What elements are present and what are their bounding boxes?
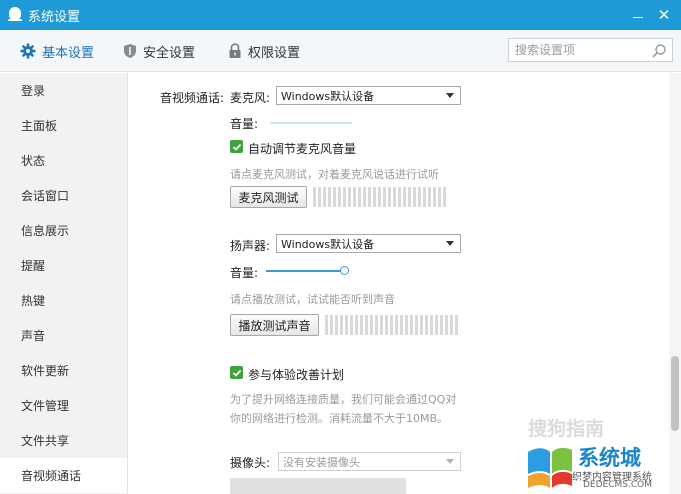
mic-device-select[interactable]: Windows默认设备 bbox=[276, 86, 461, 105]
scrollbar[interactable] bbox=[669, 73, 681, 494]
experience-plan-checkbox[interactable] bbox=[230, 366, 243, 379]
sidebar-item-label: 主面板 bbox=[21, 119, 58, 133]
search-input[interactable] bbox=[509, 40, 649, 60]
mic-level-meter bbox=[313, 187, 446, 207]
sidebar-item-label: 提醒 bbox=[21, 259, 46, 273]
sidebar-item-reminder[interactable]: 提醒 bbox=[0, 248, 127, 283]
sidebar-item-label: 文件管理 bbox=[21, 399, 70, 413]
sidebar-item-av-call[interactable]: 音视频通话 bbox=[0, 458, 127, 493]
speaker-test-hint: 请点播放测试，试试能否听到声音 bbox=[230, 293, 395, 306]
mic-label: 麦克风: bbox=[230, 91, 271, 105]
tab-security-settings[interactable]: 安全设置 bbox=[123, 30, 195, 72]
sidebar-item-status[interactable]: 状态 bbox=[0, 143, 127, 178]
mic-volume-label: 音量: bbox=[230, 117, 259, 131]
experience-plan-label: 参与体验改善计划 bbox=[248, 368, 345, 382]
sidebar-item-label: 文件共享 bbox=[21, 434, 70, 448]
mic-test-hint: 请点麦克风测试，对着麦克风说话进行试听 bbox=[230, 168, 439, 181]
speaker-volume-fill bbox=[266, 270, 344, 272]
sidebar-item-main-panel[interactable]: 主面板 bbox=[0, 108, 127, 143]
sidebar-item-login[interactable]: 登录 bbox=[0, 73, 127, 108]
title-bar: 系统设置 ✕ bbox=[0, 0, 681, 30]
sogou-watermark: 搜狗指南 bbox=[528, 418, 605, 440]
speaker-volume-handle[interactable] bbox=[339, 266, 349, 275]
settings-tabs: 基本设置 安全设置 权限设置 bbox=[0, 30, 681, 72]
sidebar-item-file-sharing[interactable]: 文件共享 bbox=[0, 423, 127, 458]
camera-label: 摄像头: bbox=[230, 456, 271, 470]
sidebar-item-hotkey[interactable]: 热键 bbox=[0, 283, 127, 318]
sidebar-item-label: 热键 bbox=[21, 294, 46, 308]
sidebar-item-file-management[interactable]: 文件管理 bbox=[0, 388, 127, 423]
mic-device-value: Windows默认设备 bbox=[281, 89, 375, 103]
sidebar: 登录 主面板 状态 会话窗口 信息展示 提醒 热键 声音 软件更新 文件管理 文… bbox=[0, 73, 128, 494]
mic-auto-adjust-checkbox[interactable] bbox=[230, 140, 243, 153]
mic-test-button[interactable]: 麦克风测试 bbox=[230, 186, 307, 208]
speaker-volume-label: 音量: bbox=[230, 266, 259, 280]
sidebar-item-sound[interactable]: 声音 bbox=[0, 318, 127, 353]
camera-device-value: 没有安装摄像头 bbox=[283, 455, 360, 469]
close-button[interactable]: ✕ bbox=[655, 6, 673, 24]
mic-auto-adjust-label: 自动调节麦克风音量 bbox=[248, 142, 357, 156]
windows-logo-watermark bbox=[528, 447, 572, 488]
sidebar-item-label: 软件更新 bbox=[21, 364, 70, 378]
mic-volume-slider[interactable] bbox=[270, 122, 352, 124]
tab-permission-settings[interactable]: 权限设置 bbox=[228, 30, 300, 72]
tab-security-settings-label: 安全设置 bbox=[143, 45, 196, 61]
tab-permission-settings-label: 权限设置 bbox=[248, 45, 301, 61]
experience-desc-line2: 你的网络进行检测。消耗流量不大于10MB。 bbox=[230, 412, 449, 425]
sidebar-item-info-display[interactable]: 信息展示 bbox=[0, 213, 127, 248]
checkmark-icon bbox=[232, 369, 241, 377]
sidebar-item-software-update[interactable]: 软件更新 bbox=[0, 353, 127, 388]
chevron-down-icon bbox=[446, 93, 454, 98]
chevron-down-icon bbox=[446, 241, 454, 246]
speaker-device-select[interactable]: Windows默认设备 bbox=[276, 234, 461, 253]
speaker-label: 扬声器: bbox=[230, 239, 271, 253]
camera-device-select[interactable]: 没有安装摄像头 bbox=[278, 452, 461, 471]
sidebar-item-label: 音视频通话 bbox=[21, 469, 82, 483]
gear-icon bbox=[20, 43, 36, 59]
speaker-volume-slider[interactable] bbox=[266, 270, 348, 272]
tab-basic-settings[interactable]: 基本设置 bbox=[20, 30, 94, 72]
scrollbar-thumb[interactable] bbox=[671, 356, 679, 431]
close-icon: ✕ bbox=[657, 6, 671, 24]
section-label: 音视频通话: bbox=[160, 91, 225, 105]
sidebar-item-label: 登录 bbox=[21, 84, 46, 98]
sidebar-item-label: 声音 bbox=[21, 329, 46, 343]
window-title: 系统设置 bbox=[28, 9, 81, 25]
speaker-level-meter bbox=[325, 315, 458, 335]
sidebar-item-chat-window[interactable]: 会话窗口 bbox=[0, 178, 127, 213]
checkmark-icon bbox=[232, 143, 241, 151]
speaker-test-button[interactable]: 播放测试声音 bbox=[230, 314, 319, 336]
lock-icon bbox=[229, 43, 241, 58]
camera-preview bbox=[230, 478, 406, 494]
tab-basic-settings-label: 基本设置 bbox=[42, 45, 95, 61]
minimize-icon bbox=[633, 16, 643, 18]
qq-penguin-icon bbox=[8, 7, 22, 23]
sidebar-item-label: 状态 bbox=[21, 154, 46, 168]
minimize-button[interactable] bbox=[629, 6, 647, 24]
search-box bbox=[508, 38, 673, 62]
chevron-down-icon bbox=[446, 459, 454, 464]
search-icon[interactable] bbox=[651, 43, 667, 59]
sidebar-item-label: 会话窗口 bbox=[21, 189, 70, 203]
sidebar-item-label: 信息展示 bbox=[21, 224, 70, 238]
site-en-watermark: DEDECMS.COM bbox=[583, 480, 652, 490]
speaker-device-value: Windows默认设备 bbox=[281, 237, 375, 251]
shield-icon bbox=[124, 44, 136, 58]
experience-desc-line1: 为了提升网络连接质量，我们可能会通过QQ对 bbox=[230, 393, 457, 406]
